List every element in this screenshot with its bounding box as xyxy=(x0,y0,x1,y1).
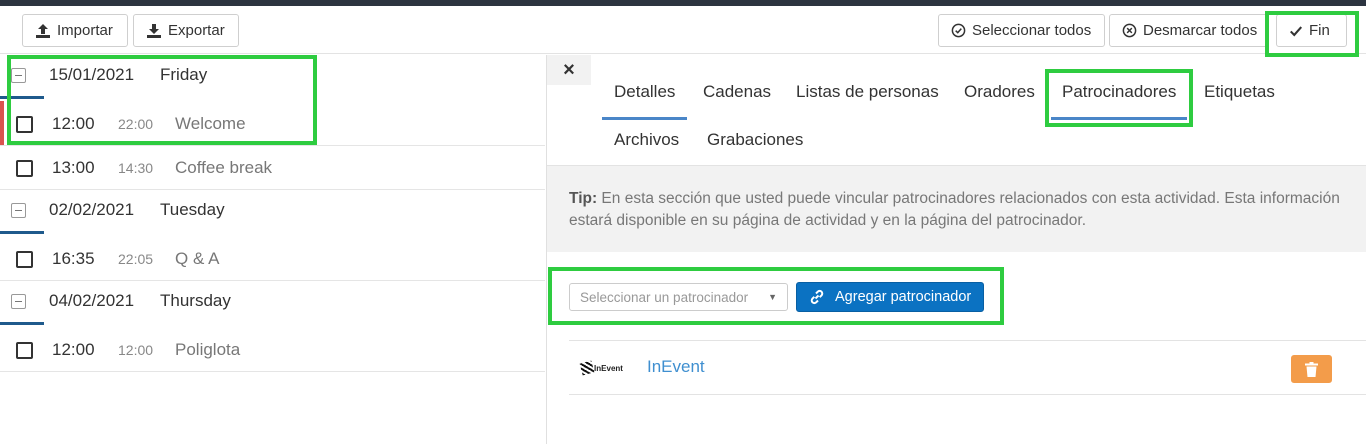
tab-strings[interactable]: Cadenas xyxy=(703,82,771,102)
tab-people-lists[interactable]: Listas de personas xyxy=(796,82,939,102)
activity-name: Poliglota xyxy=(175,340,241,359)
tab-label: Detalles xyxy=(614,82,676,101)
select-all-button[interactable]: Seleccionar todos xyxy=(938,14,1105,47)
tab-underline xyxy=(1051,117,1188,120)
tab-recordings[interactable]: Grabaciones xyxy=(707,130,803,150)
activity-row[interactable]: 13:00 14:30 Coffee break xyxy=(0,146,545,190)
sponsor-select[interactable]: Seleccionar un patrocinador ▼ xyxy=(569,283,788,311)
deselect-all-button[interactable]: Desmarcar todos xyxy=(1109,14,1269,47)
collapse-icon[interactable] xyxy=(11,203,26,218)
activity-start: 13:00 xyxy=(52,158,95,177)
sponsor-logo: InEvent xyxy=(579,346,625,390)
day-date: 15/01/2021 xyxy=(49,65,135,84)
day-underline xyxy=(0,96,44,99)
sponsor-name-link[interactable]: InEvent xyxy=(647,357,705,377)
sponsor-row: InEvent InEvent xyxy=(569,340,1366,395)
activity-row[interactable]: 16:35 22:05 Q & A xyxy=(0,237,545,281)
upload-icon xyxy=(36,23,50,38)
tab-tags[interactable]: Etiquetas xyxy=(1204,82,1275,102)
done-label: Fin xyxy=(1309,22,1330,39)
sponsor-logo-text: InEvent xyxy=(594,363,623,373)
tab-sponsors[interactable]: Patrocinadores xyxy=(1051,82,1188,120)
tip-box: Tip: En esta sección que usted puede vin… xyxy=(547,166,1366,252)
activity-start: 16:35 xyxy=(52,249,95,268)
export-button[interactable]: Exportar xyxy=(133,14,239,47)
import-button[interactable]: Importar xyxy=(22,14,128,47)
day-underline xyxy=(0,231,44,234)
activity-name: Welcome xyxy=(175,114,246,133)
close-icon: × xyxy=(563,58,575,81)
activity-checkbox[interactable] xyxy=(16,116,33,133)
toolbar: Importar Exportar Seleccionar todos Desm… xyxy=(0,6,1366,54)
day-header[interactable]: 15/01/2021 Friday xyxy=(0,55,545,99)
activity-checkbox[interactable] xyxy=(16,160,33,177)
activity-end: 12:00 xyxy=(118,342,154,358)
activity-name: Coffee break xyxy=(175,158,273,177)
activity-start: 12:00 xyxy=(52,340,95,359)
day-header[interactable]: 02/02/2021 Tuesday xyxy=(0,190,545,234)
tab-files[interactable]: Archivos xyxy=(614,130,679,150)
deselect-all-label: Desmarcar todos xyxy=(1143,22,1258,39)
caret-down-icon: ▼ xyxy=(768,292,777,302)
export-label: Exportar xyxy=(168,22,225,39)
close-button[interactable]: × xyxy=(547,55,591,85)
day-date: 04/02/2021 xyxy=(49,291,135,310)
schedule-list: 15/01/2021 Friday 12:00 22:00 Welcome 13… xyxy=(0,55,545,444)
day-weekday: Friday xyxy=(160,65,208,84)
link-icon xyxy=(810,289,824,305)
day-underline xyxy=(0,322,44,325)
activity-end: 14:30 xyxy=(118,160,154,176)
add-sponsor-button[interactable]: Agregar patrocinador xyxy=(796,282,984,312)
sponsor-select-placeholder: Seleccionar un patrocinador xyxy=(580,289,749,305)
tip-label: Tip: xyxy=(569,190,598,207)
activity-name: Q & A xyxy=(175,249,220,268)
activity-end: 22:05 xyxy=(118,251,154,267)
day-date: 02/02/2021 xyxy=(49,200,135,219)
activity-start: 12:00 xyxy=(52,114,95,133)
check-circle-icon xyxy=(951,23,966,38)
activity-detail-panel: × Detalles Cadenas Listas de personas Or… xyxy=(546,55,1366,444)
collapse-icon[interactable] xyxy=(11,294,26,309)
select-all-label: Seleccionar todos xyxy=(972,22,1092,39)
check-icon xyxy=(1290,25,1303,36)
logo-mark-icon xyxy=(579,360,595,376)
tab-label: Patrocinadores xyxy=(1062,82,1177,101)
day-weekday: Thursday xyxy=(160,291,231,310)
tab-speakers[interactable]: Oradores xyxy=(964,82,1035,102)
done-button[interactable]: Fin xyxy=(1276,14,1347,47)
x-circle-icon xyxy=(1122,23,1137,38)
collapse-icon[interactable] xyxy=(11,68,26,83)
activity-end: 22:00 xyxy=(118,116,154,132)
activity-row[interactable]: 12:00 22:00 Welcome xyxy=(0,102,545,146)
activity-checkbox[interactable] xyxy=(16,251,33,268)
activity-checkbox[interactable] xyxy=(16,342,33,359)
activity-row[interactable]: 12:00 12:00 Poliglota xyxy=(0,328,545,372)
import-label: Importar xyxy=(57,22,113,39)
add-sponsor-label: Agregar patrocinador xyxy=(835,289,972,305)
tab-details[interactable]: Detalles xyxy=(602,82,688,120)
day-weekday: Tuesday xyxy=(160,200,225,219)
delete-sponsor-button[interactable] xyxy=(1291,355,1332,383)
download-icon xyxy=(147,23,161,38)
tip-text: En esta sección que usted puede vincular… xyxy=(569,190,1340,229)
tab-underline xyxy=(602,117,688,120)
trash-icon xyxy=(1305,361,1318,377)
day-header[interactable]: 04/02/2021 Thursday xyxy=(0,281,545,325)
